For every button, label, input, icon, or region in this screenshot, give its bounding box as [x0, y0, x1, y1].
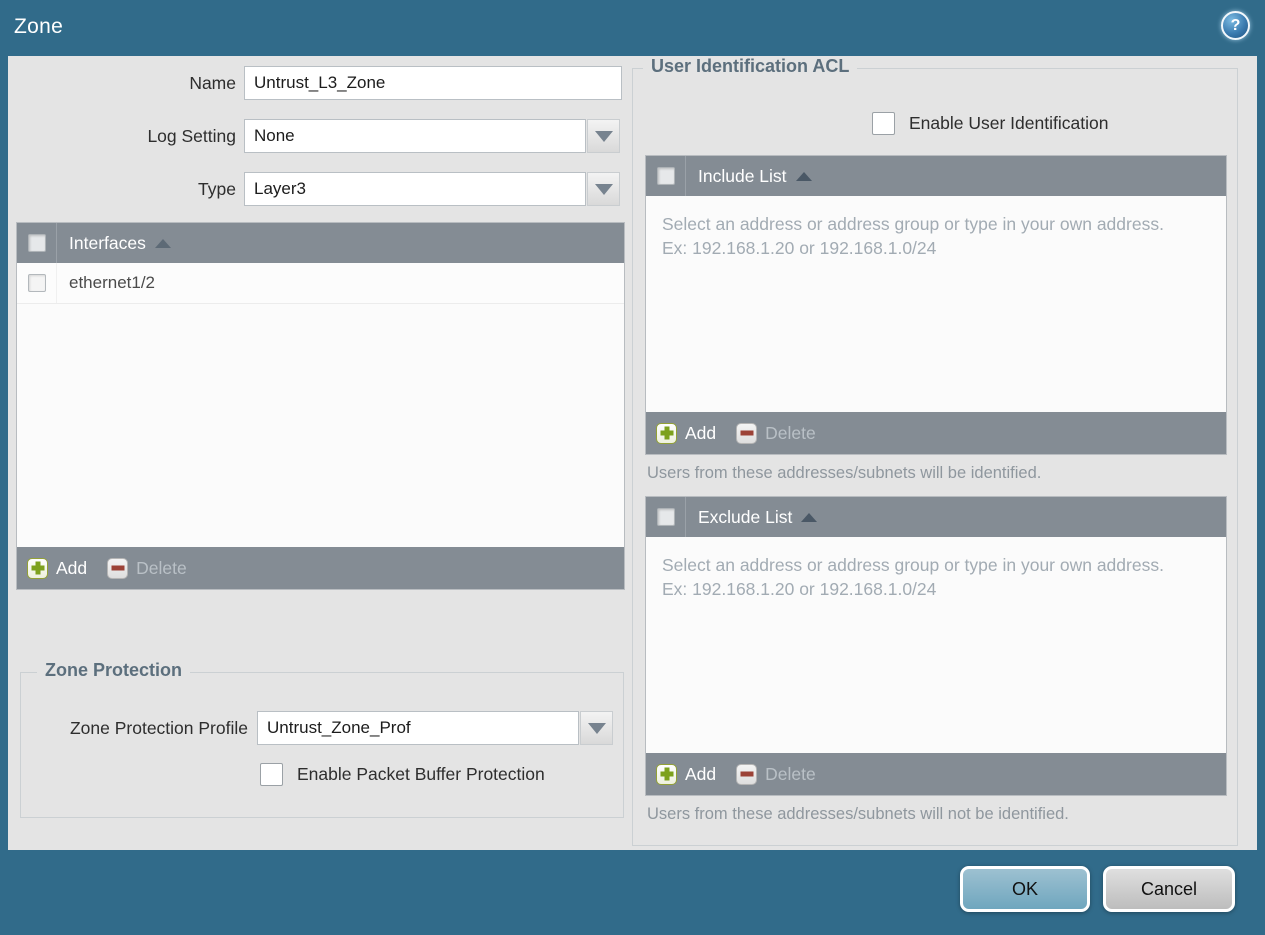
enable-user-identification-checkbox[interactable]: [872, 112, 895, 135]
chevron-down-icon: [594, 130, 613, 142]
ok-button[interactable]: OK: [960, 866, 1090, 912]
type-input[interactable]: [244, 172, 586, 206]
packet-buffer-protection-label: Enable Packet Buffer Protection: [297, 764, 545, 784]
interfaces-table-footer: Add Delete: [17, 547, 624, 589]
zone-protection-profile-input[interactable]: [257, 711, 579, 745]
include-list-header[interactable]: Include List: [646, 156, 1226, 196]
include-list-hint: Users from these addresses/subnets will …: [647, 464, 1042, 482]
interfaces-select-all-cell: [17, 223, 57, 263]
exclude-list-panel: Exclude List Select an address or addres…: [645, 496, 1227, 796]
packet-buffer-protection-checkbox[interactable]: [260, 763, 283, 786]
help-icon[interactable]: ?: [1221, 11, 1250, 40]
exclude-add-button[interactable]: Add: [656, 763, 716, 785]
zone-protection-section: Zone Protection Zone Protection Profile …: [20, 660, 624, 818]
delete-icon: [736, 422, 758, 444]
include-list-placeholder: Select an address or address group or ty…: [662, 214, 1164, 258]
include-list-panel: Include List Select an address or addres…: [645, 155, 1227, 455]
user-identification-acl-section: User Identification ACL Enable User Iden…: [632, 56, 1238, 846]
interfaces-table: Interfaces ethernet1/2 Add Delete: [16, 222, 625, 590]
include-select-all-cell: [646, 156, 686, 196]
add-icon: [656, 763, 677, 785]
interface-row-checkbox[interactable]: [27, 274, 46, 292]
zone-protection-legend: Zone Protection: [37, 660, 191, 681]
interfaces-table-header[interactable]: Interfaces: [17, 223, 624, 263]
log-setting-input[interactable]: [244, 119, 586, 153]
exclude-list-footer: Add Delete: [646, 753, 1226, 795]
interface-row-checkbox-cell: [17, 263, 57, 303]
include-list-header-label: Include List: [698, 165, 787, 186]
sort-asc-icon: [154, 238, 171, 248]
include-select-all-checkbox[interactable]: [656, 167, 675, 185]
name-label: Name: [189, 73, 236, 93]
type-dropdown-button[interactable]: [587, 172, 620, 206]
zone-protection-profile-dropdown-button[interactable]: [580, 711, 613, 745]
interfaces-add-button[interactable]: Add: [27, 557, 87, 579]
interfaces-select-all-checkbox[interactable]: [27, 234, 46, 252]
exclude-list-placeholder: Select an address or address group or ty…: [662, 555, 1164, 599]
interfaces-table-body: ethernet1/2: [17, 263, 624, 547]
dialog-title: Zone: [14, 15, 64, 38]
chevron-down-icon: [594, 183, 613, 195]
chevron-down-icon: [587, 722, 606, 734]
add-icon: [656, 422, 677, 444]
exclude-select-all-checkbox[interactable]: [656, 508, 675, 526]
interfaces-header-label: Interfaces: [69, 232, 146, 253]
cancel-button[interactable]: Cancel: [1103, 866, 1235, 912]
exclude-list-header-label: Exclude List: [698, 506, 793, 527]
enable-user-identification-label: Enable User Identification: [909, 113, 1109, 133]
include-list-body: Select an address or address group or ty…: [646, 196, 1226, 412]
sort-asc-icon: [801, 512, 818, 522]
interface-name: ethernet1/2: [69, 273, 156, 292]
help-icon-glyph: ?: [1230, 16, 1241, 34]
log-setting-dropdown-button[interactable]: [587, 119, 620, 153]
add-icon: [27, 557, 48, 579]
include-list-footer: Add Delete: [646, 412, 1226, 454]
sort-asc-icon: [795, 171, 812, 181]
delete-icon: [107, 557, 129, 579]
include-delete-button[interactable]: Delete: [716, 422, 816, 444]
user-identification-acl-legend: User Identification ACL: [643, 56, 858, 77]
zone-protection-profile-label: Zone Protection Profile: [69, 718, 248, 738]
type-label: Type: [198, 179, 236, 199]
interfaces-delete-button[interactable]: Delete: [87, 557, 187, 579]
exclude-list-body: Select an address or address group or ty…: [646, 537, 1226, 753]
zone-dialog-body: Name Log Setting Type Interfaces etherne…: [8, 56, 1257, 850]
include-add-button[interactable]: Add: [656, 422, 716, 444]
name-input[interactable]: [244, 66, 622, 100]
log-setting-label: Log Setting: [147, 126, 236, 146]
exclude-list-hint: Users from these addresses/subnets will …: [647, 805, 1069, 823]
exclude-select-all-cell: [646, 497, 686, 537]
exclude-delete-button[interactable]: Delete: [716, 763, 816, 785]
delete-icon: [736, 763, 758, 785]
interface-row[interactable]: ethernet1/2: [17, 263, 624, 304]
exclude-list-header[interactable]: Exclude List: [646, 497, 1226, 537]
